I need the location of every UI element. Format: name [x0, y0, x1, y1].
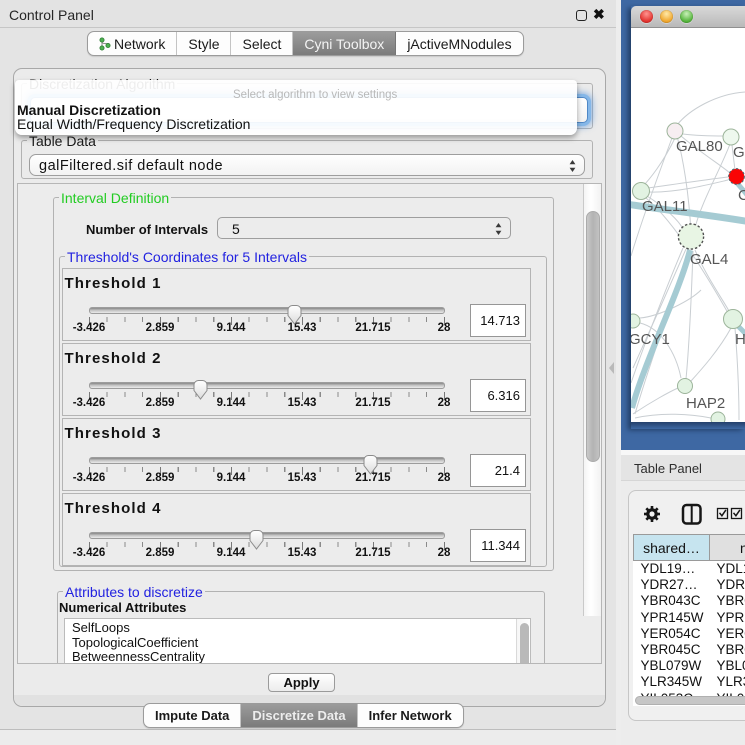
svg-text:GAL11: GAL11	[642, 198, 688, 215]
svg-text:GAL4: GAL4	[690, 251, 728, 268]
svg-text:H: H	[735, 331, 745, 348]
svg-text:HAP2: HAP2	[686, 395, 725, 412]
svg-text:GAL80: GAL80	[676, 138, 723, 155]
svg-text:C: C	[738, 187, 745, 204]
svg-text:GCY1: GCY1	[631, 331, 670, 348]
svg-text:G: G	[733, 144, 745, 161]
